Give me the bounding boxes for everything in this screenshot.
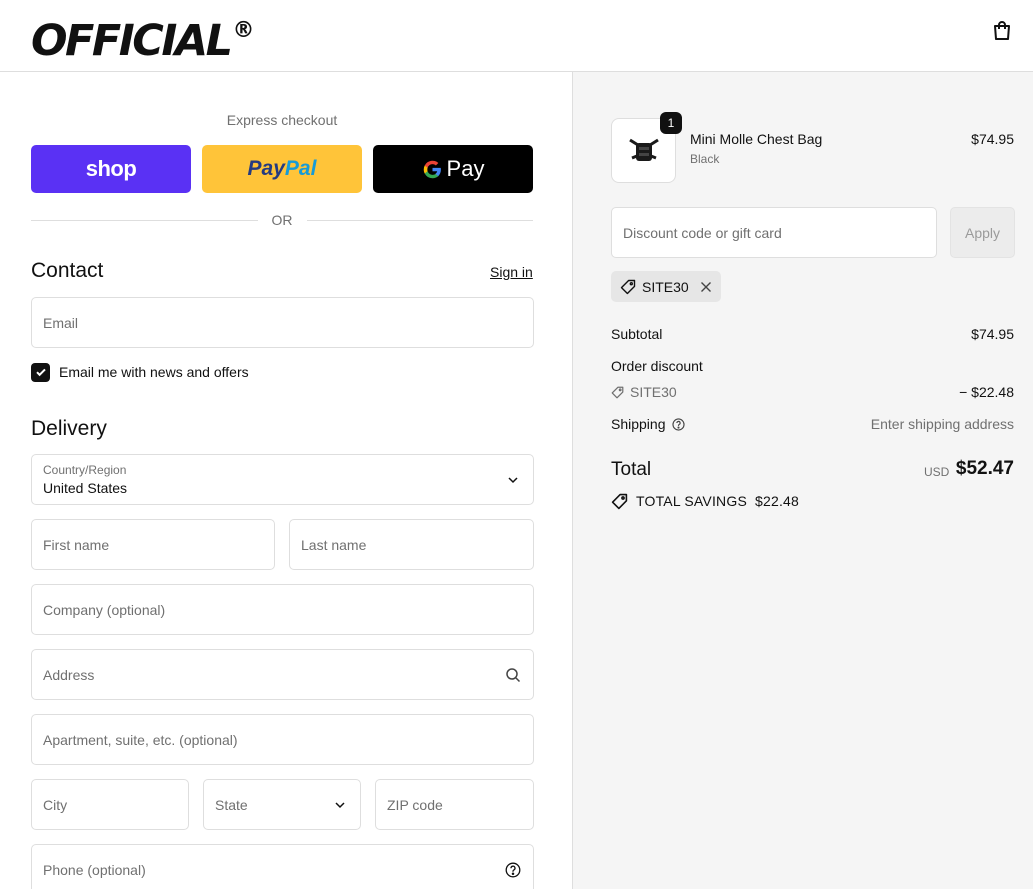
city-wrapper — [31, 779, 189, 830]
phone-wrapper — [31, 844, 534, 889]
discount-value: − $22.48 — [959, 384, 1014, 400]
savings-label: TOTAL SAVINGS — [636, 493, 747, 509]
applied-code-label: SITE30 — [642, 278, 689, 295]
or-label: OR — [271, 212, 293, 228]
address-wrapper — [31, 649, 534, 700]
tag-icon — [611, 386, 624, 398]
shopping-bag-icon[interactable] — [990, 19, 1014, 43]
total-amount: $52.47 — [955, 458, 1014, 479]
tag-icon — [611, 493, 628, 509]
discount-wrapper — [611, 207, 937, 258]
chest-bag-image — [628, 138, 659, 161]
total-savings-row: TOTAL SAVINGS $22.48 — [611, 492, 799, 510]
contact-title: Contact — [31, 259, 104, 282]
apply-discount-button[interactable]: Apply — [950, 207, 1015, 258]
shipping-label: Shipping — [611, 416, 666, 432]
zip-field[interactable] — [376, 780, 533, 829]
state-select[interactable]: State — [203, 779, 361, 830]
logo-text: OFFICIAL — [31, 16, 233, 66]
state-placeholder: State — [215, 797, 248, 813]
email-field-wrapper — [31, 297, 534, 348]
google-pay-label: Pay — [446, 156, 485, 181]
newsletter-checkbox[interactable] — [31, 362, 50, 382]
apartment-wrapper — [31, 714, 534, 765]
google-pay-button[interactable]: Pay — [373, 145, 533, 193]
total-label: Total — [611, 459, 652, 480]
help-circle-icon[interactable] — [671, 417, 685, 431]
city-field[interactable] — [32, 780, 188, 829]
address-field[interactable] — [32, 650, 533, 699]
paypal-button[interactable]: Pay Pal — [202, 145, 362, 193]
newsletter-row: Email me with news and offers — [31, 362, 249, 382]
or-divider: OR — [31, 211, 533, 229]
chevron-down-icon — [335, 801, 345, 808]
paypal-label-pal: Pal — [284, 157, 317, 180]
shipping-row: Shipping — [611, 416, 685, 432]
phone-field[interactable] — [32, 845, 533, 889]
email-field[interactable] — [32, 298, 533, 347]
savings-value: $22.48 — [755, 493, 800, 509]
newsletter-label: Email me with news and offers — [59, 364, 249, 380]
zip-wrapper — [375, 779, 534, 830]
discount-code-label: SITE30 — [630, 384, 677, 400]
discount-code-field[interactable] — [612, 208, 936, 257]
subtotal-label: Subtotal — [611, 326, 663, 342]
applied-discount-chip: SITE30 — [611, 271, 721, 302]
product-price: $74.95 — [971, 131, 1014, 147]
product-name: Mini Molle Chest Bag — [690, 131, 823, 147]
discount-code-row: SITE30 — [611, 384, 677, 400]
country-value: United States — [43, 480, 128, 496]
order-discount-label: Order discount — [611, 358, 703, 374]
country-select[interactable]: Country/Region United States — [31, 454, 534, 505]
logo-registered-mark: ® — [232, 18, 255, 43]
delivery-title: Delivery — [31, 417, 107, 440]
tag-icon — [620, 279, 636, 294]
close-icon[interactable] — [700, 281, 712, 293]
product-variant: Black — [690, 152, 720, 166]
company-field[interactable] — [32, 585, 533, 634]
check-icon — [35, 368, 46, 377]
country-label: Country/Region — [43, 463, 127, 477]
total-currency: USD — [924, 465, 950, 479]
shop-pay-button[interactable]: shop — [31, 145, 191, 193]
shipping-value: Enter shipping address — [870, 416, 1014, 432]
help-circle-icon[interactable] — [505, 862, 521, 878]
last-name-wrapper — [289, 519, 534, 570]
sign-in-link[interactable]: Sign in — [490, 264, 533, 280]
quantity-badge: 1 — [660, 112, 682, 134]
subtotal-value: $74.95 — [971, 326, 1014, 342]
google-g-icon — [423, 160, 441, 178]
first-name-wrapper — [31, 519, 275, 570]
chevron-down-icon — [508, 476, 518, 483]
brand-logo[interactable]: OFFICIAL® — [31, 8, 255, 64]
apartment-field[interactable] — [32, 715, 533, 764]
express-checkout-title: Express checkout — [226, 112, 338, 128]
header: OFFICIAL® — [0, 0, 1033, 72]
search-icon[interactable] — [505, 667, 521, 683]
paypal-label-pay: Pay — [247, 157, 285, 180]
shop-pay-label: shop — [85, 156, 137, 181]
last-name-field[interactable] — [290, 520, 533, 569]
company-wrapper — [31, 584, 534, 635]
first-name-field[interactable] — [32, 520, 274, 569]
